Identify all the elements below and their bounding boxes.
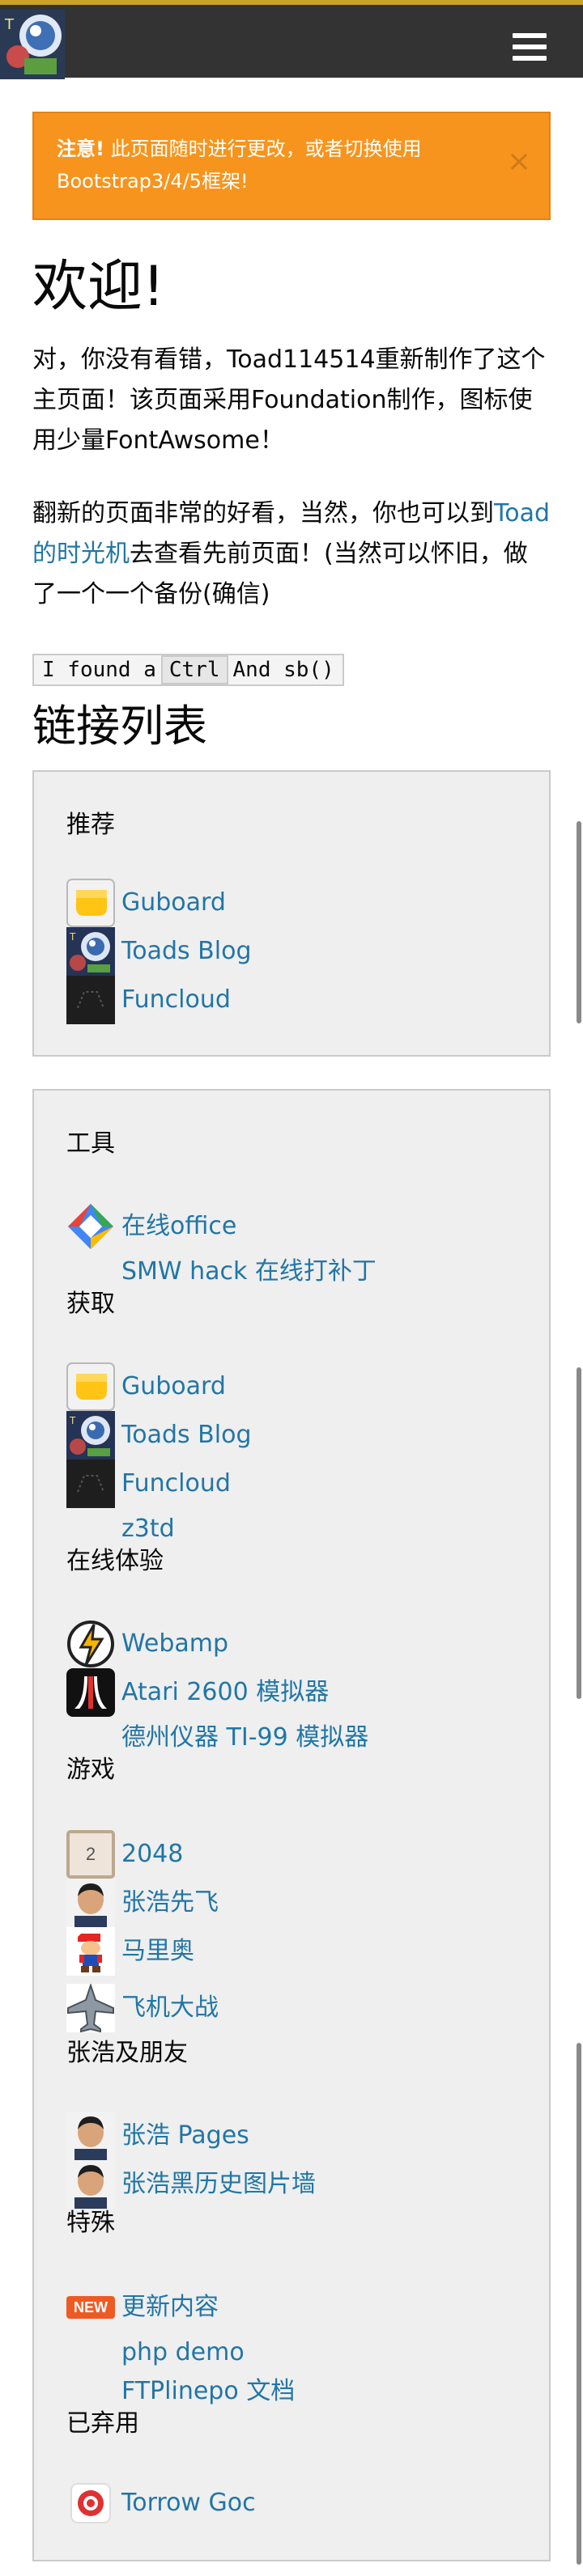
svg-text:T: T [69, 1415, 76, 1426]
group-label-friends: 张浩及朋友 [66, 2039, 188, 2067]
avatar-icon [66, 1879, 115, 1927]
toads-blog-icon: T [66, 927, 115, 976]
list-item[interactable]: 在线office [66, 1202, 236, 1251]
tile-2048-icon: 2 [66, 1830, 115, 1879]
ctrl-key: Ctrl [160, 655, 228, 684]
recommend-panel: 推荐 Guboard T Toads Blog Funcloud [32, 770, 551, 1057]
funcloud-icon [66, 976, 115, 1024]
recommend-title: 推荐 [66, 811, 115, 839]
funcloud-icon [66, 1460, 115, 1508]
list-item[interactable]: T Toads Blog [66, 927, 252, 976]
intro-paragraph: 对，你没有看错，Toad114514重新制作了这个主页面！该页面采用Founda… [32, 345, 546, 455]
item-link[interactable]: Guboard [121, 1371, 226, 1403]
mario-icon [66, 1927, 115, 1976]
plane-icon [66, 1984, 115, 2032]
icon-spacer [66, 1734, 115, 1742]
notice-text: 此页面随时进行更改，或者切换使用Bootstrap3/4/5框架! [57, 138, 422, 193]
item-link[interactable]: 德州仪器 TI-99 模拟器 [121, 1722, 368, 1754]
torrow-icon [66, 2479, 115, 2527]
list-item[interactable]: 马里奥 [66, 1927, 194, 1976]
scrollbar[interactable] [577, 1367, 581, 1699]
close-icon[interactable]: × [507, 146, 531, 178]
scrollbar[interactable] [577, 2043, 581, 2565]
list-item[interactable]: 张浩黑历史图片墙 [66, 2160, 316, 2209]
guboard-icon [66, 879, 115, 927]
item-link[interactable]: 飞机大战 [121, 1992, 219, 2024]
toad-logo-icon[interactable]: T [0, 10, 65, 79]
top-bar: T [0, 0, 583, 79]
item-link[interactable]: 张浩先飞 [121, 1887, 219, 1919]
avatar-icon [66, 2112, 115, 2160]
group-label-deprecated: 已弃用 [66, 2409, 139, 2438]
item-link[interactable]: 更新内容 [121, 2291, 219, 2324]
icon-spacer [66, 2349, 115, 2357]
guboard-icon [66, 1362, 115, 1411]
list-item[interactable]: Guboard [66, 1362, 226, 1411]
atari-icon [66, 1668, 115, 1717]
svg-text:T: T [69, 931, 76, 943]
new-badge-icon: NEW [66, 2283, 115, 2332]
item-link[interactable]: FTPlinepo 文档 [121, 2375, 295, 2408]
list-item[interactable]: Guboard [66, 879, 226, 927]
page-title: 欢迎! [32, 255, 165, 319]
item-link[interactable]: 马里奥 [121, 1935, 194, 1968]
notice-callout: 注意! 此页面随时进行更改，或者切换使用Bootstrap3/4/5框架! × [32, 112, 551, 220]
list-item[interactable]: 2 2048 [66, 1830, 183, 1879]
item-link[interactable]: Webamp [121, 1628, 228, 1660]
item-link[interactable]: 张浩黑历史图片墙 [121, 2168, 316, 2201]
tools-title: 工具 [66, 1129, 115, 1158]
links-heading: 链接列表 [32, 701, 207, 752]
badge-label: NEW [74, 2298, 108, 2315]
tools-panel: 工具在线office SMW hack 在线打补丁 获取 Guboard T Toads … [32, 1089, 551, 2561]
svg-text:T: T [4, 16, 15, 33]
list-item[interactable]: NEW 更新内容 [66, 2283, 219, 2332]
list-item[interactable]: Funcloud [66, 1460, 231, 1508]
toads-blog-icon: T [66, 1411, 115, 1460]
list-item[interactable]: 张浩 Pages [66, 2112, 249, 2160]
list-item[interactable]: Webamp [66, 1620, 228, 1668]
group-label-get: 获取 [66, 1290, 115, 1318]
icon-spacer [66, 1525, 115, 1533]
intro-paragraph-2: 翻新的页面非常的好看，当然，你也可以到Toad 的时光机去查看先前页面！(当然可… [32, 494, 551, 615]
item-link[interactable]: Funcloud [121, 984, 231, 1016]
scrollbar[interactable] [577, 821, 581, 1023]
item-link[interactable]: Guboard [121, 887, 226, 919]
code-text: I found a [42, 658, 156, 682]
code-line: I found a Ctrl And sb() [32, 654, 344, 686]
item-link[interactable]: php demo [121, 2337, 245, 2369]
group-label-games: 游戏 [66, 1756, 115, 1784]
list-item[interactable]: Torrow Goc [66, 2479, 256, 2527]
item-link[interactable]: 张浩 Pages [121, 2120, 249, 2152]
item-link[interactable]: 在线office [121, 1210, 236, 1243]
list-item[interactable]: T Toads Blog [66, 1411, 252, 1460]
item-link[interactable]: z3td [121, 1513, 175, 1545]
list-item[interactable]: 张浩先飞 [66, 1879, 219, 1927]
notice-strong: 注意! [57, 138, 104, 160]
list-item[interactable]: Funcloud [66, 976, 231, 1024]
list-item[interactable]: Atari 2600 模拟器 [66, 1668, 329, 1717]
item-link[interactable]: Funcloud [121, 1468, 231, 1500]
code-text-2: And sb() [232, 658, 334, 682]
office-icon [66, 1202, 115, 1251]
icon-spacer [66, 1268, 115, 1276]
group-label-online: 在线体验 [66, 1547, 164, 1575]
list-item[interactable]: 飞机大战 [66, 1984, 219, 2032]
item-link[interactable]: Toads Blog [121, 935, 252, 968]
tile-label: 2 [85, 1844, 96, 1864]
icon-spacer [66, 2387, 115, 2396]
hamburger-icon[interactable] [513, 33, 547, 61]
webamp-icon [66, 1620, 115, 1668]
intro-text: 翻新的页面非常的好看，当然，你也可以到 [32, 499, 494, 527]
item-link[interactable]: Toads Blog [121, 1419, 252, 1451]
item-link[interactable]: 2048 [121, 1838, 183, 1871]
item-link[interactable]: Atari 2600 模拟器 [121, 1676, 329, 1709]
item-link[interactable]: Torrow Goc [121, 2487, 256, 2519]
avatar-icon [66, 2160, 115, 2209]
group-label-special: 特殊 [66, 2209, 115, 2237]
item-link[interactable]: SMW hack 在线打补丁 [121, 1256, 377, 1288]
